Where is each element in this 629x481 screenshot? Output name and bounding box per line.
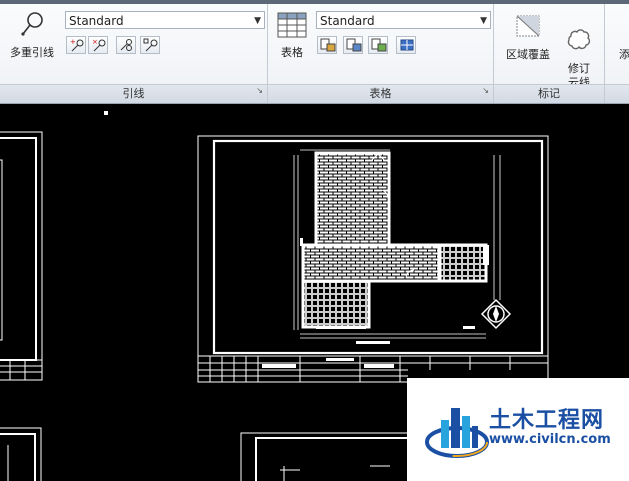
dialog-launcher-icon[interactable]: ↘ <box>482 82 489 100</box>
leader-panel-label: 引线 ↘ <box>0 84 267 103</box>
add-panel-label <box>605 84 629 103</box>
site-logo-icon <box>425 408 489 458</box>
north-arrow-icon <box>480 298 512 330</box>
table-label: 表格 <box>281 46 303 59</box>
align-leader-icon <box>120 39 132 51</box>
collect-leader-button[interactable] <box>140 36 160 54</box>
wipeout-button[interactable]: 区域覆盖 <box>500 12 556 62</box>
table-panel-title: 表格 <box>369 87 392 100</box>
add-leader-button[interactable]: + <box>66 36 86 54</box>
multileader-button[interactable]: 多重引线 <box>6 10 58 60</box>
revision-cloud-icon <box>567 29 591 50</box>
table-style-value: Standard <box>320 14 375 28</box>
wipeout-label: 区域覆盖 <box>506 48 550 61</box>
upload-data-button[interactable] <box>396 36 416 54</box>
chevron-down-icon: ▼ <box>480 16 487 26</box>
svg-text:×: × <box>92 38 98 46</box>
download-data-icon <box>371 38 387 52</box>
watermark: 土木工程网 www.civilcn.com <box>407 378 629 481</box>
table-button[interactable]: 表格 <box>274 12 310 60</box>
multileader-icon <box>21 12 43 36</box>
remove-leader-icon: × <box>92 38 106 52</box>
bottom-left-sheet <box>0 427 42 481</box>
markup-panel-label: 标记 <box>494 84 604 103</box>
collect-leader-icon <box>143 38 158 52</box>
link-data-button[interactable] <box>343 36 363 54</box>
floor-plan <box>293 149 501 344</box>
svg-text:+: + <box>70 38 76 46</box>
multileader-label: 多重引线 <box>10 46 54 59</box>
add-button-partial[interactable]: 添 <box>619 48 629 62</box>
wipeout-icon <box>516 15 540 37</box>
dialog-launcher-icon[interactable]: ↘ <box>256 82 263 100</box>
watermark-url: www.civilcn.com <box>489 432 611 447</box>
table-icon <box>277 12 307 38</box>
ribbon: 多重引线 Standard ▼ + × 引线 ↘ 表格 Standard ▼ 表… <box>0 0 629 104</box>
chevron-down-icon: ▼ <box>254 16 261 26</box>
markup-panel: 区域覆盖 修订 云线 标记 <box>494 4 605 103</box>
table-panel: 表格 Standard ▼ 表格 ↘ <box>268 4 494 103</box>
download-data-button[interactable] <box>368 36 388 54</box>
add-panel-partial: 添 <box>605 4 629 103</box>
align-leader-button[interactable] <box>116 36 136 54</box>
grip-marker <box>104 111 108 115</box>
upload-data-icon <box>400 39 414 51</box>
leader-panel: 多重引线 Standard ▼ + × 引线 ↘ <box>0 4 268 103</box>
add-label-partial: 添 <box>619 48 629 61</box>
table-style-select[interactable]: Standard ▼ <box>316 11 491 29</box>
extract-data-button[interactable] <box>317 36 337 54</box>
left-drawing-sheet <box>0 131 43 381</box>
markup-panel-title: 标记 <box>538 87 560 100</box>
table-panel-label: 表格 ↘ <box>268 84 493 103</box>
watermark-site-name: 土木工程网 <box>489 408 605 433</box>
extract-data-icon <box>320 38 336 52</box>
leader-panel-title: 引线 <box>122 87 145 100</box>
leader-style-value: Standard <box>69 14 124 28</box>
remove-leader-button[interactable]: × <box>88 36 108 54</box>
link-data-icon <box>346 38 362 52</box>
leader-style-select[interactable]: Standard ▼ <box>65 11 265 29</box>
add-leader-icon: + <box>70 38 84 52</box>
